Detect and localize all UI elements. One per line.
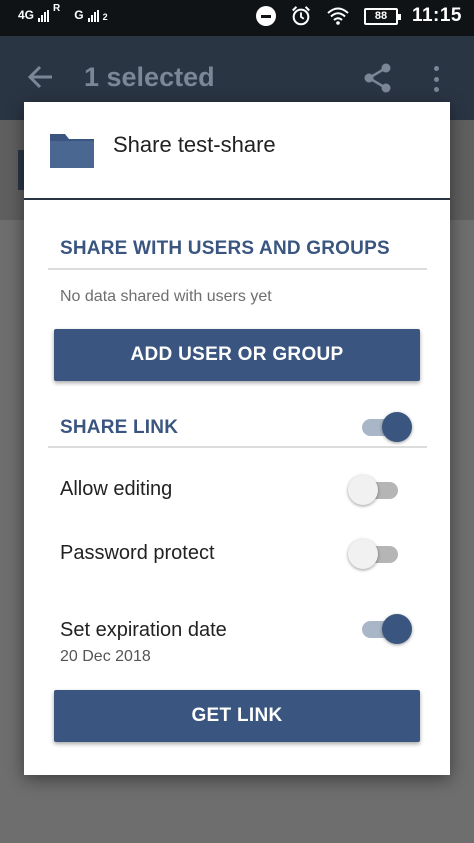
signal-strength-icon xyxy=(38,10,50,22)
battery-icon: 88 xyxy=(363,7,401,25)
more-options-icon[interactable] xyxy=(432,66,440,92)
allow-editing-label: Allow editing xyxy=(60,478,173,500)
do-not-disturb-icon xyxy=(255,6,276,26)
dialog-title: Share test-share xyxy=(113,132,276,157)
signal-group: 4G R G 2 xyxy=(18,3,108,22)
roaming-indicator: R xyxy=(53,3,61,14)
status-icons: 88 11:15 xyxy=(255,5,462,27)
toggle-knob xyxy=(382,614,412,644)
section-divider xyxy=(48,446,427,448)
share-link-toggle[interactable] xyxy=(360,412,412,442)
signal-strength-2-icon xyxy=(87,10,99,22)
no-users-message: No data shared with users yet xyxy=(60,288,272,305)
network-type-2: G xyxy=(74,8,84,22)
set-expiration-date-label: Set expiration date xyxy=(60,619,227,641)
expiration-date-value[interactable]: 20 Dec 2018 xyxy=(60,648,151,666)
add-user-or-group-button[interactable]: ADD USER OR GROUP xyxy=(54,329,420,381)
set-expiration-date-toggle[interactable] xyxy=(360,614,412,644)
allow-editing-toggle[interactable] xyxy=(348,475,400,505)
section-divider xyxy=(48,268,427,270)
share-icon[interactable] xyxy=(362,62,394,94)
alarm-clock-icon xyxy=(291,6,310,26)
password-protect-toggle[interactable] xyxy=(348,539,400,569)
share-dialog: Share test-share SHARE WITH USERS AND GR… xyxy=(24,102,450,775)
get-link-button[interactable]: GET LINK xyxy=(54,690,420,742)
wifi-icon xyxy=(327,7,349,25)
network-type-1: 4G xyxy=(18,8,35,22)
password-protect-label: Password protect xyxy=(60,542,215,564)
status-clock: 11:15 xyxy=(411,5,462,26)
status-bar: 4G R G 2 88 11:15 xyxy=(0,0,474,36)
users-section-title: SHARE WITH USERS AND GROUPS xyxy=(60,238,390,259)
share-link-section-title: SHARE LINK xyxy=(60,417,179,438)
sim-indicator: 2 xyxy=(102,12,108,22)
toggle-knob xyxy=(382,412,412,442)
toggle-knob xyxy=(348,475,378,505)
folder-icon xyxy=(50,134,94,168)
dialog-header: Share test-share xyxy=(24,102,450,200)
back-arrow-icon[interactable] xyxy=(26,62,56,92)
selection-count-title: 1 selected xyxy=(84,62,215,92)
toggle-knob xyxy=(348,539,378,569)
